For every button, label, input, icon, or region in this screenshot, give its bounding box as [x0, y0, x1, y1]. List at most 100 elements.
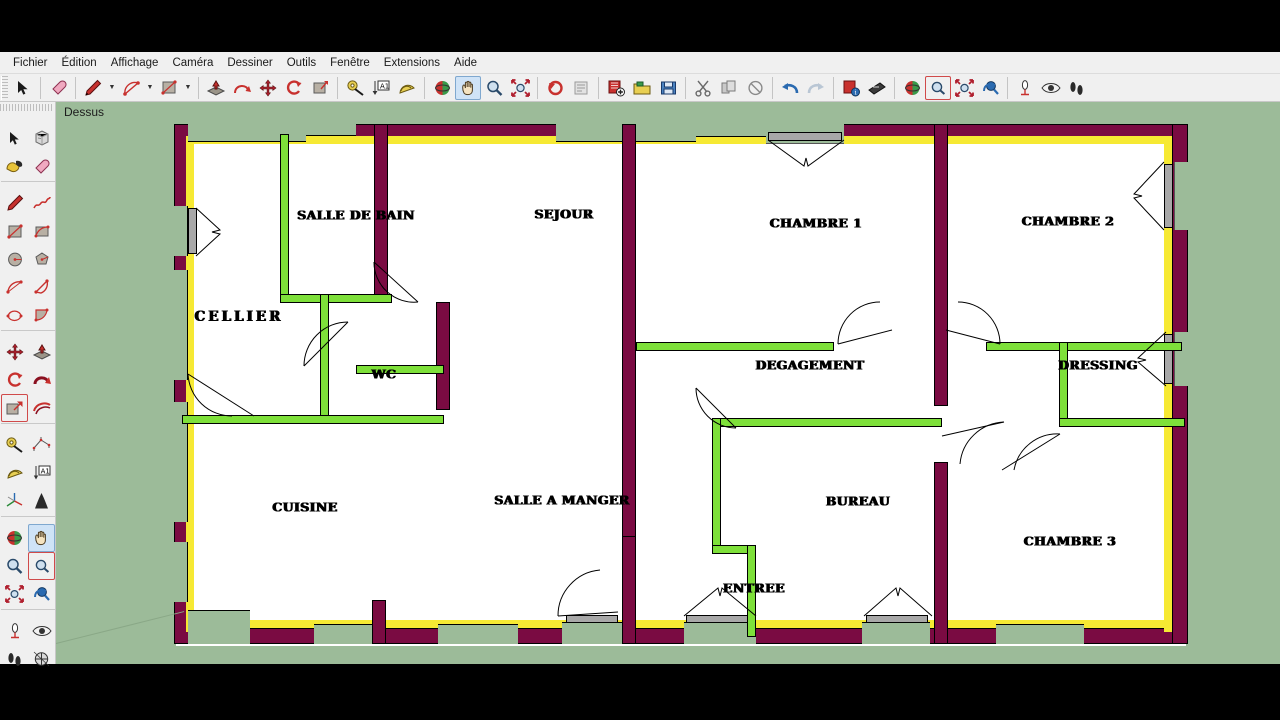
- pie-icon[interactable]: [28, 301, 55, 329]
- partition-salle-de-bain-left: [280, 134, 289, 302]
- protractor-icon[interactable]: [394, 76, 420, 100]
- rectangle-icon[interactable]: [1, 217, 28, 245]
- eraser-icon[interactable]: [45, 76, 71, 100]
- text-icon[interactable]: A1: [368, 76, 394, 100]
- rectangle-icon[interactable]: [156, 76, 182, 100]
- position-camera-icon[interactable]: [1012, 76, 1038, 100]
- pushpull-icon[interactable]: [203, 76, 229, 100]
- followme-icon[interactable]: [28, 366, 55, 394]
- scale-icon[interactable]: [1, 394, 28, 422]
- chevron-down-icon[interactable]: ▼: [106, 76, 118, 100]
- polygon-icon[interactable]: [28, 245, 55, 273]
- pushpull-icon[interactable]: [28, 338, 55, 366]
- menu-fichier[interactable]: Fichier: [6, 54, 55, 72]
- walk-icon[interactable]: [1, 645, 28, 673]
- arc-icon[interactable]: [1, 273, 28, 301]
- dimension-icon[interactable]: [28, 431, 55, 459]
- move-icon[interactable]: [1, 338, 28, 366]
- select-arrow-icon[interactable]: [1, 124, 28, 152]
- toolbar-drag-handle[interactable]: [1, 76, 8, 100]
- print-icon[interactable]: [864, 76, 890, 100]
- rotated-rectangle-icon[interactable]: [28, 217, 55, 245]
- circle-icon[interactable]: [1, 245, 28, 273]
- left-toolbar-divider: [1, 609, 55, 616]
- pencil-line-icon[interactable]: [1, 189, 28, 217]
- 3d-text-icon[interactable]: [28, 487, 55, 515]
- partition-dressing-left: [1059, 342, 1068, 426]
- pie-arc-icon[interactable]: [28, 273, 55, 301]
- paste-icon[interactable]: [742, 76, 768, 100]
- axes-icon[interactable]: [1, 487, 28, 515]
- pan-hand-icon[interactable]: [28, 524, 55, 552]
- menu-affichage[interactable]: Affichage: [104, 54, 166, 72]
- position-camera-icon[interactable]: [1, 617, 28, 645]
- toolbar-divider: [598, 77, 599, 99]
- arc-icon[interactable]: [118, 76, 144, 100]
- pan-hand-icon[interactable]: [455, 76, 481, 100]
- text-icon[interactable]: A1: [28, 459, 55, 487]
- select-arrow-icon[interactable]: [10, 76, 36, 100]
- zoom-icon[interactable]: [481, 76, 507, 100]
- previous-view-icon[interactable]: [28, 580, 55, 608]
- offset-icon[interactable]: [28, 394, 55, 422]
- tape-measure-icon[interactable]: [1, 431, 28, 459]
- menu-aide[interactable]: Aide: [447, 54, 484, 72]
- save-file-icon[interactable]: [655, 76, 681, 100]
- rotate-icon[interactable]: [1, 366, 28, 394]
- copy-icon[interactable]: [716, 76, 742, 100]
- chevron-down-icon[interactable]: ▼: [182, 76, 194, 100]
- look-around-icon[interactable]: [1038, 76, 1064, 100]
- orbit-icon[interactable]: [1, 524, 28, 552]
- move-icon[interactable]: [255, 76, 281, 100]
- next-view-icon[interactable]: [568, 76, 594, 100]
- rotate-icon[interactable]: [281, 76, 307, 100]
- previous-view-icon[interactable]: [542, 76, 568, 100]
- look-around-icon[interactable]: [28, 617, 55, 645]
- zoom-previous-icon[interactable]: [977, 76, 1003, 100]
- zoom-extents2-icon[interactable]: [951, 76, 977, 100]
- model-viewport[interactable]: Dessus: [56, 102, 1280, 664]
- room-label-bureau: BUREAU: [826, 494, 890, 509]
- zoom-window-icon[interactable]: [28, 552, 55, 580]
- zoom-window-icon[interactable]: [925, 76, 951, 100]
- zoom-icon[interactable]: [1, 552, 28, 580]
- three-point-arc-icon[interactable]: [1, 301, 28, 329]
- zoom-extents-icon[interactable]: [1, 580, 28, 608]
- door-degagement-bureau: [692, 386, 740, 434]
- orbit-icon[interactable]: [429, 76, 455, 100]
- room-label-cuisine: CUISINE: [272, 500, 337, 515]
- orbit2-icon[interactable]: [899, 76, 925, 100]
- menu-dessiner[interactable]: Dessiner: [220, 54, 279, 72]
- chevron-down-icon[interactable]: ▼: [144, 76, 156, 100]
- menu-outils[interactable]: Outils: [280, 54, 323, 72]
- left-toolbar-drag-handle[interactable]: [0, 104, 54, 111]
- section-plane-icon[interactable]: [28, 645, 55, 673]
- undo-icon[interactable]: [777, 76, 803, 100]
- eraser-icon[interactable]: [28, 152, 55, 180]
- menu-edition[interactable]: Édition: [55, 54, 104, 72]
- toolbar-divider: [537, 77, 538, 99]
- left-toolbar-divider: [1, 516, 55, 523]
- cut-scissors-icon[interactable]: [690, 76, 716, 100]
- view-name-label: Dessus: [64, 105, 104, 119]
- menu-fenetre[interactable]: Fenêtre: [323, 54, 377, 72]
- redo-icon[interactable]: [803, 76, 829, 100]
- new-file-icon[interactable]: [603, 76, 629, 100]
- door-salle-de-bain: [370, 262, 440, 308]
- model-info-icon[interactable]: i: [838, 76, 864, 100]
- partition-dressing-bottom: [1059, 418, 1185, 427]
- large-tool-set-toolbar: A1: [0, 102, 56, 664]
- paint-bucket-icon[interactable]: [1, 152, 28, 180]
- menu-camera[interactable]: Caméra: [165, 54, 220, 72]
- scale-icon[interactable]: [307, 76, 333, 100]
- zoom-extents-icon[interactable]: [507, 76, 533, 100]
- make-component-icon[interactable]: [28, 124, 55, 152]
- walk-icon[interactable]: [1064, 76, 1090, 100]
- followme-icon[interactable]: [229, 76, 255, 100]
- open-file-icon[interactable]: [629, 76, 655, 100]
- pencil-line-icon[interactable]: [80, 76, 106, 100]
- menu-extensions[interactable]: Extensions: [377, 54, 447, 72]
- protractor-icon[interactable]: [1, 459, 28, 487]
- freehand-icon[interactable]: [28, 189, 55, 217]
- tape-measure-icon[interactable]: [342, 76, 368, 100]
